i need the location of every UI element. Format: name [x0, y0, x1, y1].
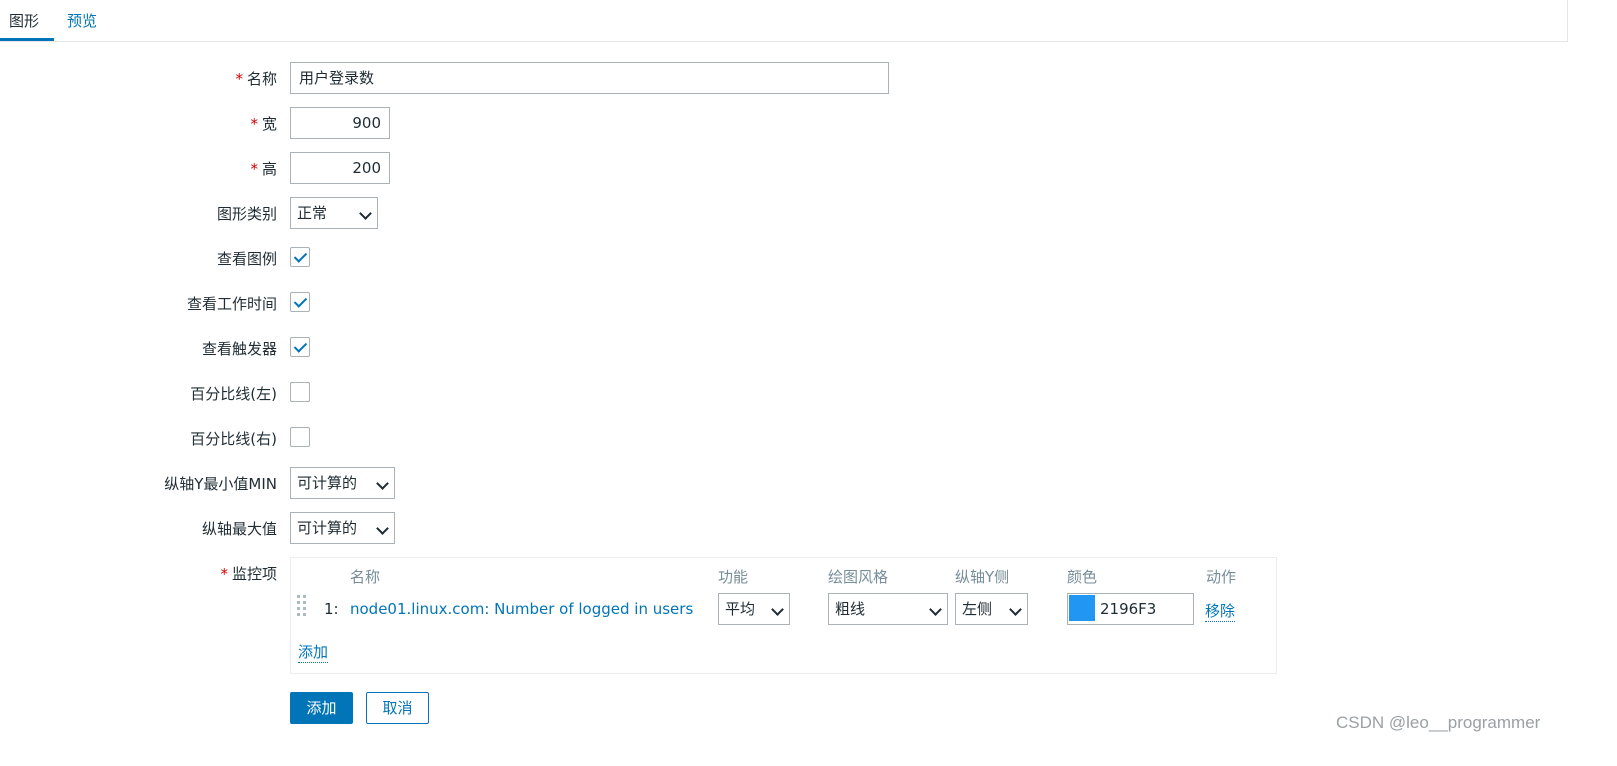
height-input[interactable]: 200: [290, 152, 390, 184]
y-min-select[interactable]: 可计算的: [290, 467, 395, 499]
check-icon: [293, 249, 308, 263]
name-label: * 名称: [235, 70, 277, 88]
graph-type-label: 图形类别: [216, 205, 277, 223]
items-header-name: 名称: [350, 568, 381, 586]
items-header-color: 颜色: [1067, 568, 1098, 586]
item-y-axis-select[interactable]: 左侧: [955, 593, 1028, 625]
item-draw-style-select[interactable]: 粗线: [828, 593, 948, 625]
tab-graph[interactable]: 图形: [9, 10, 39, 31]
items-header-draw-style: 绘图风格: [828, 568, 889, 586]
add-item-link[interactable]: 添加: [298, 641, 329, 663]
chevron-down-icon: [376, 522, 389, 535]
show-legend-label: 查看图例: [216, 250, 277, 268]
chevron-down-icon: [376, 477, 389, 490]
item-index: 1:: [324, 600, 339, 618]
chevron-down-icon: [359, 207, 372, 220]
tab-preview[interactable]: 预览: [67, 10, 97, 31]
y-max-select[interactable]: 可计算的: [290, 512, 395, 544]
active-tab-indicator: [0, 38, 54, 41]
watermark-text: CSDN @leo__programmer: [1336, 713, 1541, 732]
show-triggers-label: 查看触发器: [201, 340, 277, 358]
items-header-y-axis: 纵轴Y侧: [955, 568, 1010, 586]
percentile-left-label: 百分比线(左): [190, 385, 277, 403]
items-header-action: 动作: [1206, 568, 1237, 586]
show-legend-checkbox[interactable]: [290, 247, 310, 267]
graph-type-select[interactable]: 正常: [290, 197, 378, 229]
percentile-left-checkbox[interactable]: [290, 382, 310, 402]
item-color-swatch[interactable]: [1069, 595, 1095, 621]
percentile-right-checkbox[interactable]: [290, 427, 310, 447]
check-icon: [293, 339, 308, 353]
width-label: * 宽: [250, 115, 277, 133]
y-min-label: 纵轴Y最小值MIN: [164, 475, 277, 493]
name-input[interactable]: 用户登录数: [290, 62, 889, 94]
chevron-down-icon: [771, 603, 784, 616]
items-header-function: 功能: [718, 568, 749, 586]
chevron-down-icon: [929, 603, 942, 616]
drag-handle-icon[interactable]: [297, 595, 307, 621]
y-max-label: 纵轴最大值: [201, 520, 277, 538]
items-label: * 监控项: [220, 565, 277, 583]
tab-bar: 图形 预览: [0, 0, 1568, 42]
show-triggers-checkbox[interactable]: [290, 337, 310, 357]
cancel-button[interactable]: 取消: [366, 692, 429, 724]
item-remove-link[interactable]: 移除: [1205, 600, 1236, 622]
add-button[interactable]: 添加: [290, 692, 353, 724]
show-working-time-checkbox[interactable]: [290, 292, 310, 312]
item-name-link[interactable]: node01.linux.com: Number of logged in us…: [350, 600, 693, 618]
tab-bar-divider: [1567, 0, 1568, 41]
item-function-select[interactable]: 平均: [718, 593, 790, 625]
width-input[interactable]: 900: [290, 107, 390, 139]
show-working-time-label: 查看工作时间: [186, 295, 277, 313]
percentile-right-label: 百分比线(右): [190, 430, 277, 448]
height-label: * 高: [250, 160, 277, 178]
check-icon: [293, 294, 308, 308]
chevron-down-icon: [1009, 603, 1022, 616]
